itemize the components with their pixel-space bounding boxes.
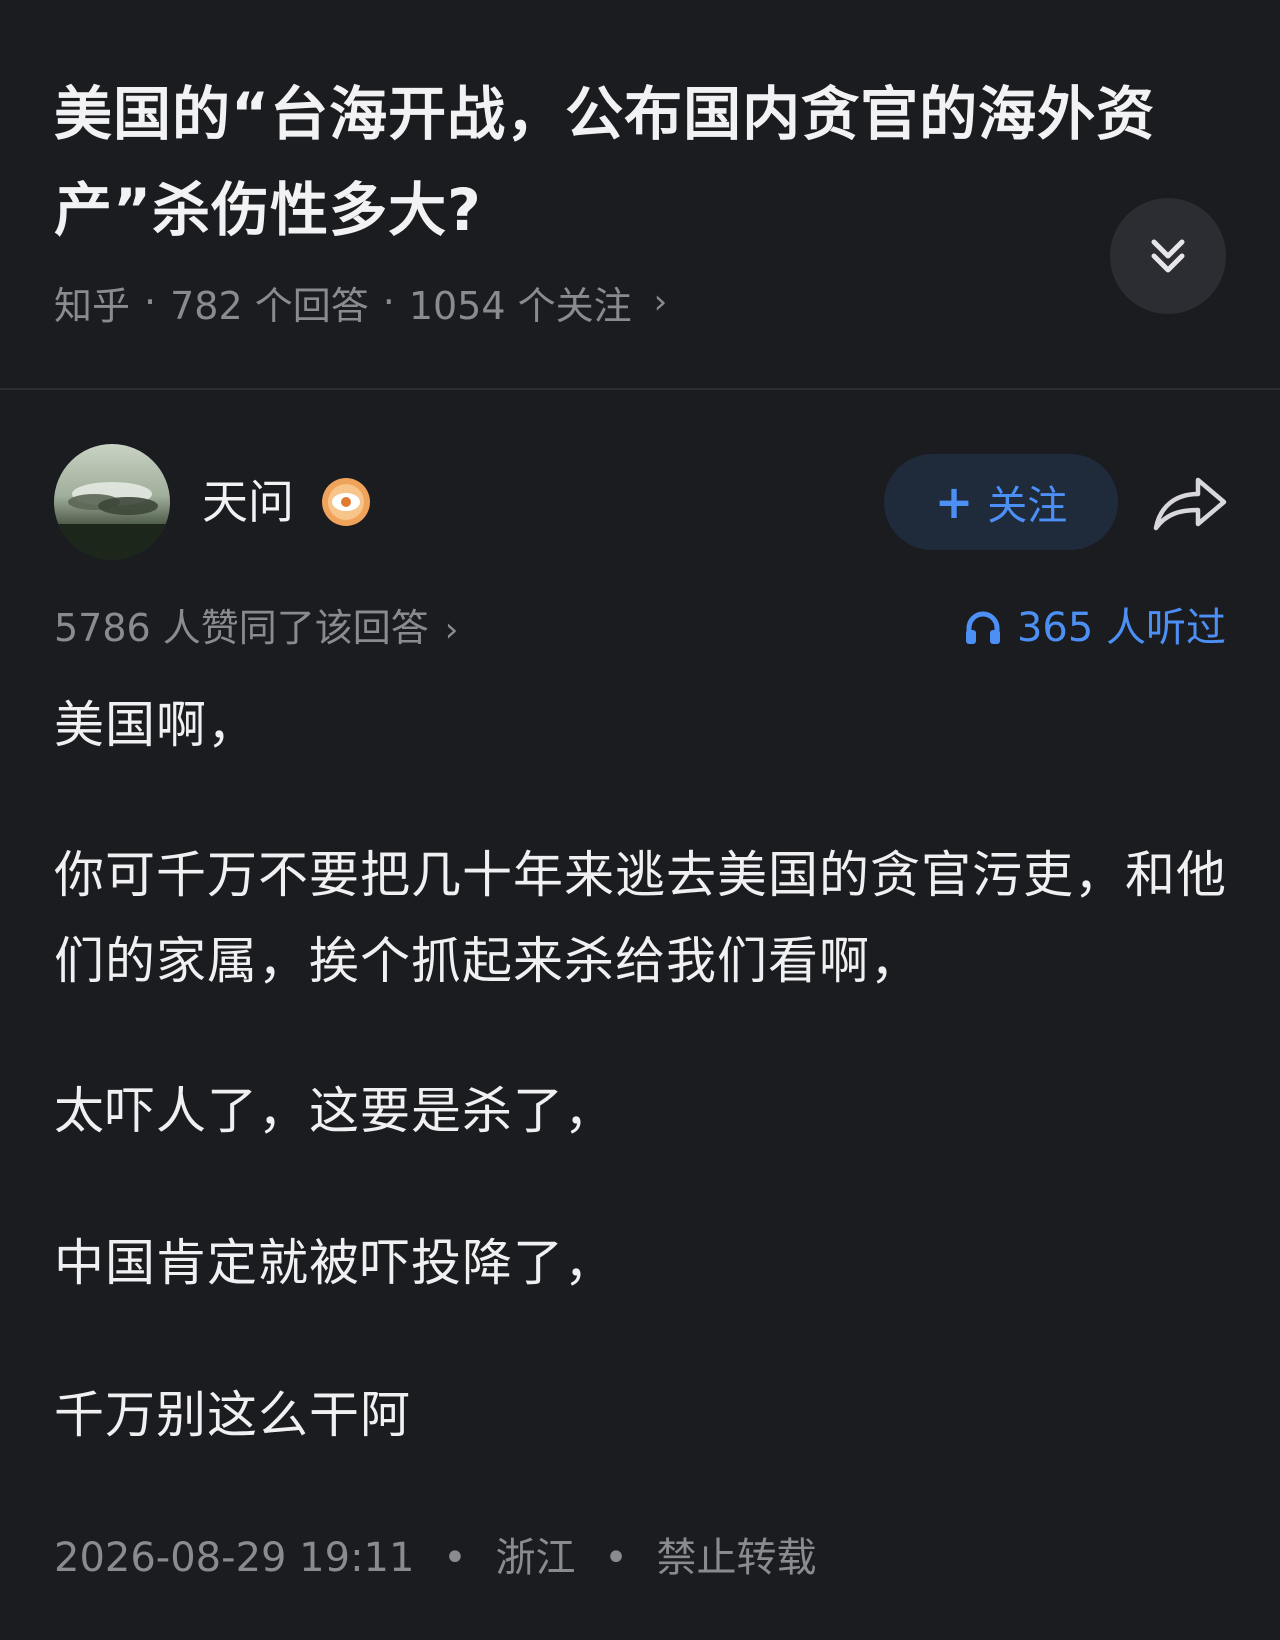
copyright-notice: 禁止转载	[656, 1535, 817, 1581]
listen-count[interactable]: 365 人听过	[963, 598, 1226, 658]
question-meta[interactable]: 知乎 · 782 个回答 · 1054 个关注 ›	[54, 276, 667, 328]
meta-separator: ·	[144, 280, 157, 324]
upvote-count: 5786 人赞同了该回答	[54, 606, 429, 650]
share-icon[interactable]	[1150, 470, 1230, 536]
question-header: 美国的“台海开战，公布国内贪官的海外资产”杀伤性多大? 知乎 · 782 个回答…	[0, 0, 1280, 389]
question-title[interactable]: 美国的“台海开战，公布国内贪官的海外资产”杀伤性多大?	[54, 66, 1174, 258]
answer-count: 782 个回答	[170, 283, 369, 328]
chevron-right-icon: ›	[653, 282, 668, 322]
collapse-expand-button[interactable]	[1110, 198, 1226, 314]
answer-stats: 5786 人赞同了该回答 › 365 人听过	[0, 598, 1280, 658]
publish-datetime: 2026-08-29 19:11	[54, 1535, 415, 1581]
avatar[interactable]	[54, 444, 170, 560]
headphones-icon	[965, 611, 1000, 644]
double-chevron-down-icon	[1151, 239, 1185, 273]
follow-button[interactable]: + 关注	[884, 454, 1118, 550]
meta-separator: •	[443, 1535, 467, 1581]
author-name[interactable]: 天问	[202, 474, 294, 530]
answer-paragraph: 太吓人了，这要是杀了，	[54, 1082, 615, 1140]
meta-separator: •	[604, 1535, 628, 1581]
plus-icon: +	[934, 475, 974, 529]
source-label: 知乎	[54, 283, 131, 328]
answer-footer-meta: 2026-08-29 19:11 • 浙江 • 禁止转载	[54, 1530, 817, 1586]
avatar-image	[54, 444, 170, 560]
chevron-right-icon: ›	[444, 610, 459, 650]
verified-eye-badge-icon	[322, 478, 370, 526]
ip-location: 浙江	[495, 1535, 576, 1581]
upvote-count-link[interactable]: 5786 人赞同了该回答 ›	[54, 598, 458, 660]
answer-paragraph: 千万别这么干阿	[54, 1386, 411, 1444]
author-row: 天问 + 关注	[0, 444, 1280, 562]
answer-paragraph: 你可千万不要把几十年来逃去美国的贪官污吏，和他们的家属，挨个抓起来杀给我们看啊，	[54, 846, 1227, 990]
answer-paragraph: 美国啊，	[54, 696, 258, 754]
meta-separator: ·	[382, 280, 395, 324]
follower-count: 1054 个关注	[408, 283, 632, 328]
answer-paragraph: 中国肯定就被吓投降了，	[54, 1234, 615, 1292]
listen-count-text: 365 人听过	[1016, 605, 1226, 651]
follow-label: 关注	[987, 483, 1068, 529]
section-divider	[0, 388, 1280, 390]
